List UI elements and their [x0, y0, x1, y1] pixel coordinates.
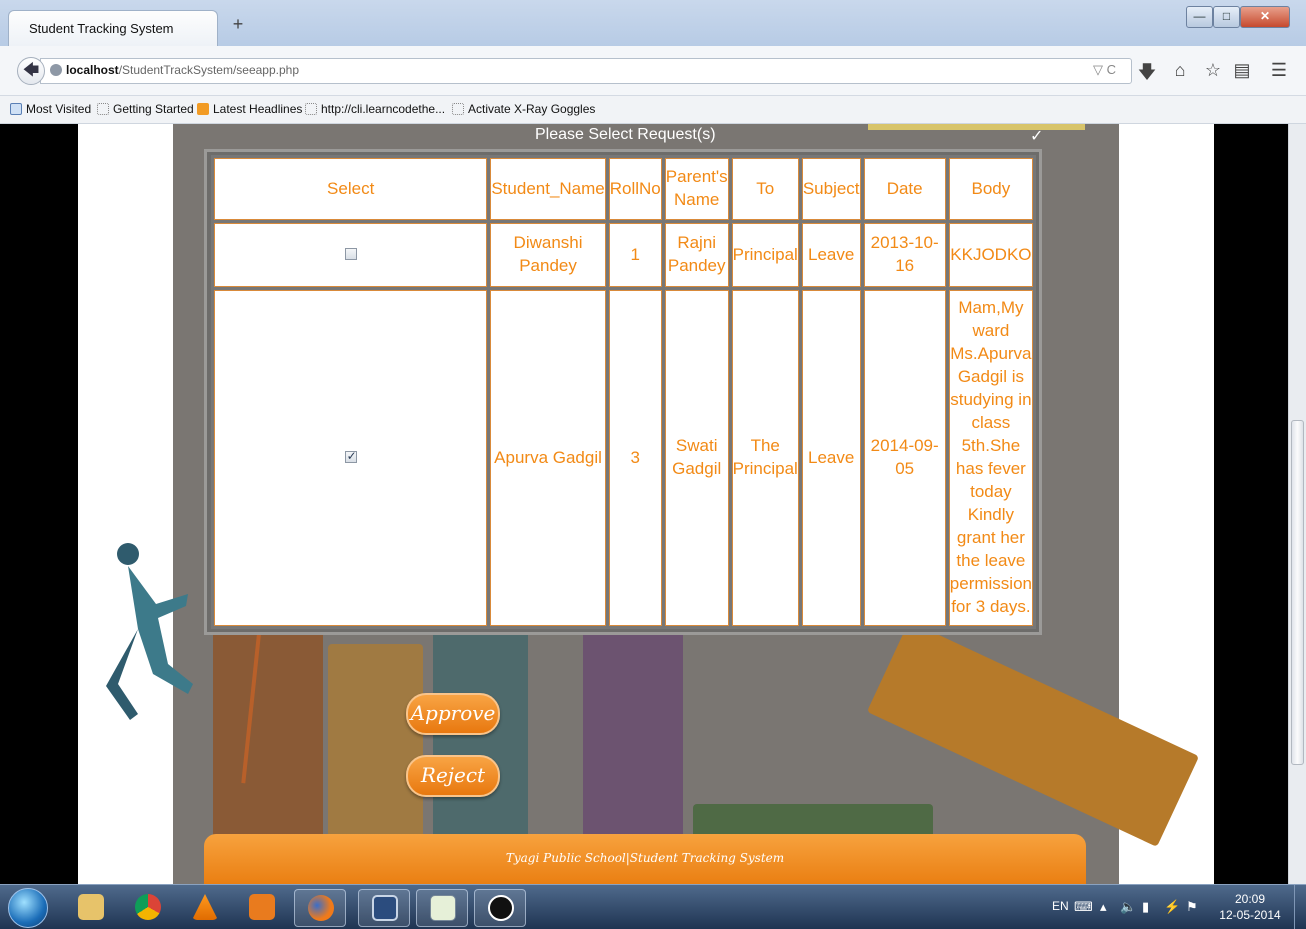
bookmarks-toolbar: Most Visited Getting Started Latest Head…	[0, 96, 1306, 124]
bookmark-most-visited[interactable]: Most Visited	[10, 102, 91, 116]
col-header-date: Date	[863, 158, 946, 220]
back-arrow-icon: 🡄	[22, 62, 40, 79]
subject-cell: Leave	[801, 223, 861, 287]
check-icon: ✓	[1030, 128, 1044, 145]
taskbar-notepad[interactable]	[416, 889, 468, 927]
taskbar-app-p[interactable]	[474, 889, 526, 927]
date-cell: 2014-09-05	[863, 290, 946, 626]
col-header-subject: Subject	[801, 158, 861, 220]
page-icon	[97, 103, 109, 115]
vlc-icon	[192, 894, 218, 920]
roll-no-cell: 3	[608, 290, 662, 626]
close-window-button[interactable]: ✕	[1240, 6, 1290, 28]
network-icon[interactable]: ▮	[1142, 899, 1149, 915]
clock-time: 20:09	[1234, 892, 1266, 906]
home-icon[interactable]: ⌂	[1169, 60, 1191, 81]
keyboard-icon[interactable]: ⌨	[1074, 899, 1093, 915]
minimize-button[interactable]: —	[1186, 6, 1213, 28]
reading-list-icon[interactable]: ▤	[1231, 60, 1253, 81]
parent-name-cell: Swati Gadgil	[664, 290, 729, 626]
col-header-student-name: Student_Name	[490, 158, 606, 220]
navigation-bar: 🡄 localhost/StudentTrackSystem/seeapp.ph…	[0, 46, 1306, 96]
action-center-icon[interactable]: ⚑	[1186, 899, 1198, 915]
site-identity-icon[interactable]	[50, 64, 62, 76]
table-row: Diwanshi Pandey 1 Rajni Pandey Principal…	[214, 223, 1033, 287]
taskbar: EN ⌨ ▴ 🔈 ▮ ⚡ ⚑ 20:09 12-05-2014	[0, 884, 1306, 929]
top-accent-bar	[868, 124, 1085, 130]
request-checkbox[interactable]	[344, 247, 357, 260]
student-name-cell: Diwanshi Pandey	[490, 223, 606, 287]
col-header-to: To	[731, 158, 799, 220]
show-desktop-button[interactable]	[1294, 885, 1306, 929]
bookmark-learncode[interactable]: http://cli.learncodethe...	[305, 102, 445, 116]
select-cell	[214, 223, 488, 287]
media-player-icon	[249, 894, 275, 920]
bookmark-folder-icon	[10, 103, 22, 115]
to-cell: Principal	[731, 223, 799, 287]
tray-expand-icon[interactable]: ▴	[1100, 899, 1107, 915]
subject-cell: Leave	[801, 290, 861, 626]
taskbar-chrome[interactable]	[122, 889, 174, 927]
select-cell	[214, 290, 488, 626]
request-heading: Please Select Request(s)	[535, 126, 716, 143]
url-text[interactable]: localhost/StudentTrackSystem/seeapp.php	[66, 63, 299, 77]
bookmark-latest-headlines[interactable]: Latest Headlines	[197, 102, 302, 116]
request-table-panel: Select Student_Name RollNo Parent's Name…	[204, 149, 1042, 635]
tab-title: Student Tracking System	[29, 21, 174, 36]
to-cell: The Principal	[731, 290, 799, 626]
page-icon	[452, 103, 464, 115]
col-header-body: Body	[948, 158, 1033, 220]
reject-button[interactable]: Reject	[406, 755, 500, 797]
table-header-row: Select Student_Name RollNo Parent's Name…	[214, 158, 1033, 220]
date-cell: 2013-10-16	[863, 223, 946, 287]
rss-icon	[197, 103, 209, 115]
p-app-icon	[488, 895, 514, 921]
browser-titlebar: Student Tracking System + — □ ✕	[0, 0, 1306, 46]
col-header-select: Select	[214, 158, 488, 220]
system-clock[interactable]: 20:09 12-05-2014	[1218, 891, 1282, 923]
taskbar-vlc[interactable]	[179, 889, 231, 927]
taskbar-media[interactable]	[236, 889, 288, 927]
firefox-icon	[308, 895, 334, 921]
parent-name-cell: Rajni Pandey	[664, 223, 729, 287]
roll-no-cell: 1	[608, 223, 662, 287]
taskbar-explorer[interactable]	[65, 889, 117, 927]
menu-icon[interactable]: ☰	[1268, 60, 1290, 81]
request-checkbox[interactable]	[344, 448, 357, 464]
folder-icon	[78, 894, 104, 920]
back-button[interactable]: 🡄	[17, 57, 45, 85]
climber-illustration	[106, 543, 193, 720]
request-table: Select Student_Name RollNo Parent's Name…	[211, 155, 1036, 629]
page-icon	[305, 103, 317, 115]
taskbar-firefox[interactable]	[294, 889, 346, 927]
reload-icon[interactable]: ▽ C	[1093, 62, 1116, 78]
start-button[interactable]	[8, 888, 48, 928]
vertical-scrollbar[interactable]	[1288, 124, 1306, 884]
language-indicator[interactable]: EN	[1052, 899, 1069, 913]
col-header-roll-no: RollNo	[608, 158, 662, 220]
approve-button[interactable]: Approve	[406, 693, 500, 735]
table-row: Apurva Gadgil 3 Swati Gadgil The Princip…	[214, 290, 1033, 626]
col-header-parent-name: Parent's Name	[664, 158, 729, 220]
downloads-icon[interactable]: 🡇	[1136, 60, 1158, 90]
power-icon[interactable]: ⚡	[1164, 899, 1180, 915]
student-name-cell: Apurva Gadgil	[490, 290, 606, 626]
page-footer: Tyagi Public School|Student Tracking Sys…	[204, 834, 1086, 884]
speaker-icon[interactable]: 🔈	[1120, 899, 1136, 915]
scrollbar-thumb[interactable]	[1291, 420, 1304, 765]
maximize-button[interactable]: □	[1213, 6, 1240, 28]
taskbar-desktop-app[interactable]	[358, 889, 410, 927]
chrome-icon	[135, 894, 161, 920]
bookmark-star-icon[interactable]: ☆	[1202, 60, 1224, 81]
browser-tab[interactable]: Student Tracking System	[8, 10, 218, 46]
body-cell: Mam,My ward Ms.Apurva Gadgil is studying…	[948, 290, 1033, 626]
notepad-icon	[430, 895, 456, 921]
new-tab-button[interactable]: +	[228, 14, 248, 35]
body-cell: KKJODKO	[948, 223, 1033, 287]
clock-date: 12-05-2014	[1219, 908, 1281, 922]
bookmark-getting-started[interactable]: Getting Started	[97, 102, 194, 116]
monitor-icon	[372, 895, 398, 921]
bookmark-xray-goggles[interactable]: Activate X-Ray Goggles	[452, 102, 595, 116]
